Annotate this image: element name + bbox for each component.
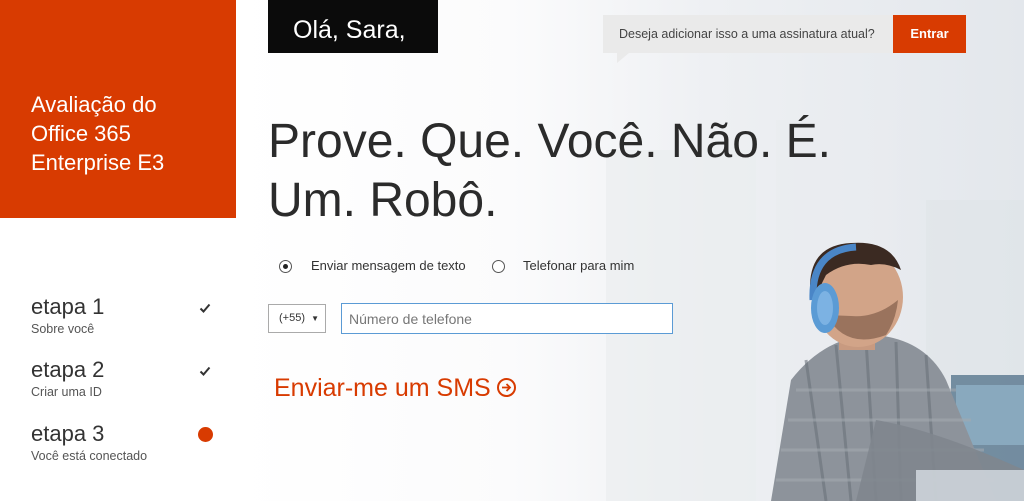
step-title: etapa 1 bbox=[31, 294, 105, 319]
greeting-banner: Olá, Sara, bbox=[268, 0, 438, 53]
step-subtitle: Criar uma ID bbox=[31, 385, 102, 399]
hero-background bbox=[236, 0, 1024, 501]
sidebar: Avaliação do Office 365 Enterprise E3 et… bbox=[0, 0, 236, 501]
phone-number-input[interactable] bbox=[341, 303, 673, 334]
product-title: Avaliação do Office 365 Enterprise E3 bbox=[31, 92, 165, 175]
chevron-down-icon: ▼ bbox=[311, 314, 319, 323]
option-label: Telefonar para mim bbox=[523, 258, 635, 273]
option-text-message[interactable]: Enviar mensagem de texto bbox=[279, 258, 479, 276]
step-title: etapa 2 bbox=[31, 357, 105, 382]
speech-bubble-tail bbox=[617, 53, 629, 63]
step-2: etapa 2 Criar uma ID bbox=[31, 357, 221, 399]
step-1: etapa 1 Sobre você bbox=[31, 294, 221, 336]
step-subtitle: Sobre você bbox=[31, 322, 95, 336]
send-sms-link[interactable]: Enviar-me um SMS bbox=[274, 374, 516, 403]
step-3: etapa 3 Você está conectado bbox=[31, 421, 221, 463]
option-label: Enviar mensagem de texto bbox=[311, 258, 466, 273]
radio-button[interactable] bbox=[492, 260, 505, 273]
signin-button[interactable]: Entrar bbox=[893, 15, 966, 53]
country-code-value: (+55) bbox=[279, 312, 305, 324]
product-banner: Avaliação do Office 365 Enterprise E3 bbox=[0, 0, 236, 218]
add-subscription-prompt: Deseja adicionar isso a uma assinatura a… bbox=[603, 15, 893, 53]
check-icon bbox=[199, 365, 211, 377]
radio-selected-dot bbox=[283, 264, 288, 269]
arrow-circle-right-icon bbox=[496, 377, 516, 397]
check-icon bbox=[199, 302, 211, 314]
option-phone-call[interactable]: Telefonar para mim bbox=[492, 258, 652, 276]
headline-line-1: Prove. Que. Você. Não. É. bbox=[268, 115, 831, 168]
step-title: etapa 3 bbox=[31, 421, 105, 446]
radio-button[interactable] bbox=[279, 260, 292, 273]
page-headline: Prove. Que. Você. Não. É. Um. Robô. bbox=[268, 112, 968, 230]
country-code-select[interactable]: (+55) ▼ bbox=[268, 304, 326, 333]
step-subtitle: Você está conectado bbox=[31, 449, 148, 463]
current-step-indicator bbox=[198, 427, 213, 442]
person-with-headphones-image bbox=[771, 242, 1024, 501]
send-sms-label: Enviar-me um SMS bbox=[274, 374, 491, 402]
headline-line-2: Um. Robô. bbox=[268, 174, 498, 227]
